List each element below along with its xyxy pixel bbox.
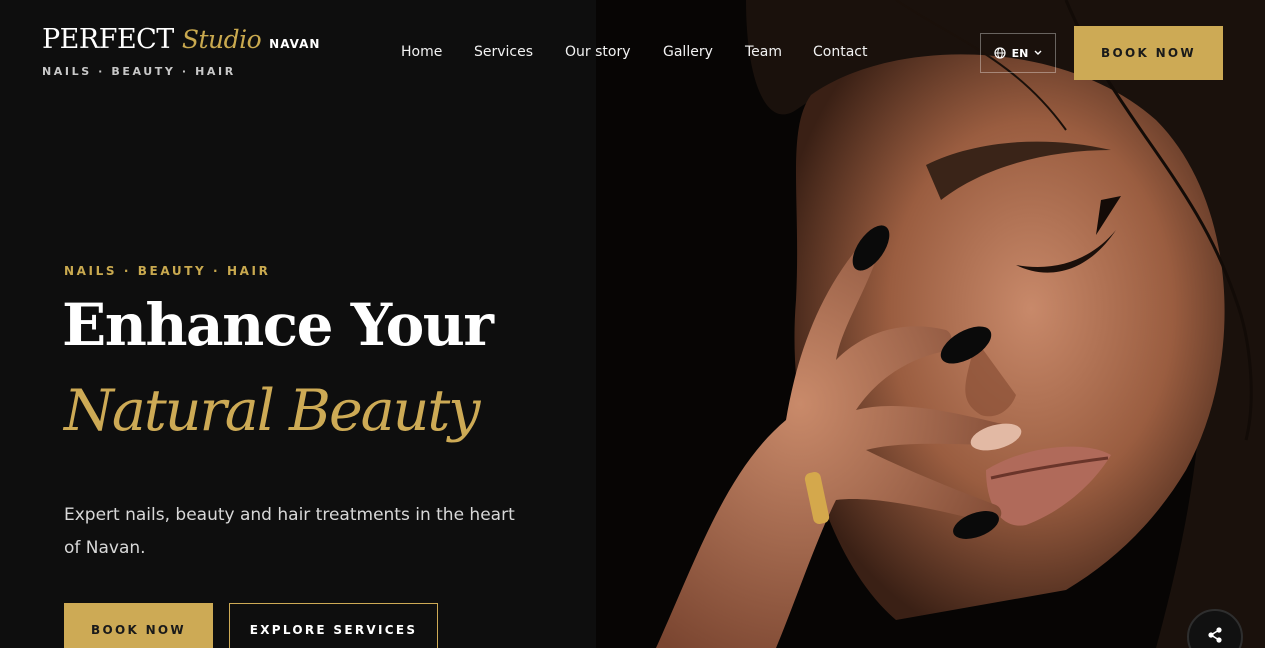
share-icon [1206, 626, 1224, 648]
hero-eyebrow: NAILS · BEAUTY · HAIR [64, 264, 271, 278]
nav-home[interactable]: Home [401, 44, 442, 60]
nav-team[interactable]: Team [745, 44, 782, 60]
nav-gallery[interactable]: Gallery [663, 44, 713, 60]
nav-services[interactable]: Services [474, 44, 533, 60]
hero-title-line1: Enhance Your [62, 291, 494, 359]
hero-photo [596, 0, 1265, 648]
logo-tagline: NAILS · BEAUTY · HAIR [42, 65, 236, 78]
nav-contact[interactable]: Contact [813, 44, 867, 60]
hero-title-line2: Natural Beauty [64, 378, 480, 444]
hero-description: Expert nails, beauty and hair treatments… [64, 505, 515, 558]
nav-our-story[interactable]: Our story [565, 44, 631, 60]
explore-services-button[interactable]: EXPLORE SERVICES [229, 603, 438, 648]
chevron-down-icon [1034, 50, 1042, 56]
language-label: EN [1011, 46, 1029, 60]
language-selector[interactable]: EN [980, 33, 1056, 73]
globe-icon [994, 47, 1006, 59]
header-book-now-button[interactable]: BOOK NOW [1074, 26, 1223, 80]
hero-book-now-button[interactable]: BOOK NOW [64, 603, 213, 648]
